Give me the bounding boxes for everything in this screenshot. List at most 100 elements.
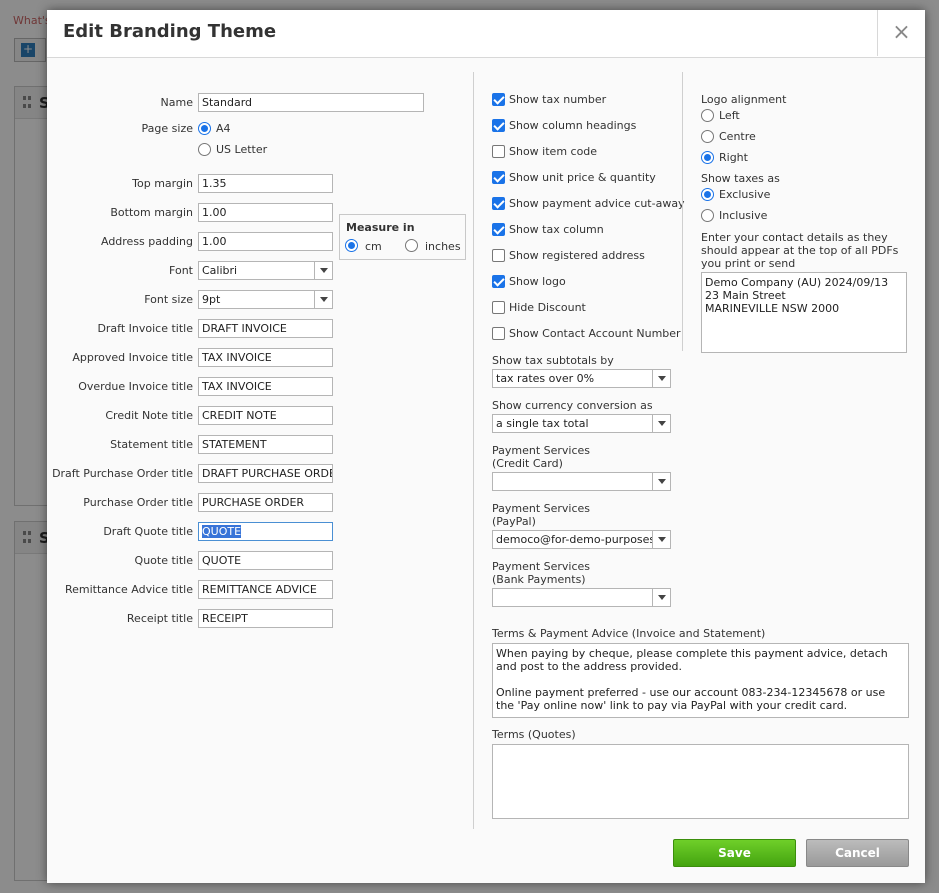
show-contact-account-number-checkbox[interactable] — [492, 327, 505, 340]
show-tax-number-checkbox[interactable] — [492, 93, 505, 106]
payment-cc-label: Payment Services — [492, 444, 591, 457]
purchase-order-title-label: Purchase Order title — [83, 496, 193, 509]
remittance-advice-title-input[interactable]: REMITTANCE ADVICE — [198, 580, 333, 599]
chevron-down-icon[interactable] — [314, 262, 332, 279]
cancel-button[interactable]: Cancel — [806, 839, 909, 867]
show-payment-advice-checkbox[interactable] — [492, 197, 505, 210]
currency-conversion-select[interactable]: a single tax total — [492, 414, 671, 433]
show-column-headings-label: Show column headings — [509, 119, 637, 132]
taxes-inclusive-radio[interactable] — [701, 209, 714, 222]
top-margin-label: Top margin — [132, 177, 193, 190]
measure-inches-label: inches — [425, 240, 461, 253]
show-column-headings-checkbox[interactable] — [492, 119, 505, 132]
edit-branding-theme-dialog: Edit Branding Theme × Name Standard Page… — [47, 10, 925, 883]
dialog-header: Edit Branding Theme × — [47, 10, 925, 58]
logo-align-right-radio[interactable] — [701, 151, 714, 164]
approved-invoice-title-label: Approved Invoice title — [72, 351, 193, 364]
overdue-invoice-title-input[interactable]: TAX INVOICE — [198, 377, 333, 396]
save-button[interactable]: Save — [673, 839, 796, 867]
show-contact-account-number-label: Show Contact Account Number — [509, 327, 681, 340]
column-divider — [473, 72, 474, 829]
logo-align-left-radio[interactable] — [701, 109, 714, 122]
purchase-order-title-input[interactable]: PURCHASE ORDER — [198, 493, 333, 512]
payment-cc-sublabel: (Credit Card) — [492, 457, 563, 470]
draft-invoice-title-input[interactable]: DRAFT INVOICE — [198, 319, 333, 338]
payment-cc-select[interactable] — [492, 472, 671, 491]
chevron-down-icon[interactable] — [652, 531, 670, 548]
dialog-title: Edit Branding Theme — [63, 21, 277, 42]
statement-title-input[interactable]: STATEMENT — [198, 435, 333, 454]
quote-title-input[interactable]: QUOTE — [198, 551, 333, 570]
tax-subtotals-value: tax rates over 0% — [496, 372, 595, 385]
terms-quotes-textarea[interactable] — [492, 744, 909, 819]
hide-discount-checkbox[interactable] — [492, 301, 505, 314]
payment-paypal-value: democo@for-demo-purposes-on — [496, 533, 671, 546]
approved-invoice-title-input[interactable]: TAX INVOICE — [198, 348, 333, 367]
column-divider-2 — [682, 72, 683, 351]
remittance-advice-title-label: Remittance Advice title — [64, 583, 193, 596]
logo-align-centre-radio[interactable] — [701, 130, 714, 143]
draft-invoice-title-label: Draft Invoice title — [97, 322, 193, 335]
contact-details-textarea[interactable]: Demo Company (AU) 2024/09/13 23 Main Str… — [701, 272, 907, 353]
address-padding-input[interactable]: 1.00 — [198, 232, 333, 251]
chevron-down-icon[interactable] — [652, 415, 670, 432]
measure-cm-radio[interactable] — [345, 239, 358, 252]
receipt-title-input[interactable]: RECEIPT — [198, 609, 333, 628]
draft-quote-title-selection: QUOTE — [202, 525, 242, 538]
credit-note-title-label: Credit Note title — [105, 409, 193, 422]
chevron-down-icon[interactable] — [652, 589, 670, 606]
show-registered-address-checkbox[interactable] — [492, 249, 505, 262]
bottom-margin-input[interactable]: 1.00 — [198, 203, 333, 222]
show-registered-address-label: Show registered address — [509, 249, 645, 262]
payment-bank-select[interactable] — [492, 588, 671, 607]
taxes-as-label: Show taxes as — [701, 172, 780, 185]
overdue-invoice-title-label: Overdue Invoice title — [78, 380, 193, 393]
page-size-us-letter-radio[interactable] — [198, 143, 211, 156]
measure-cm-label: cm — [365, 240, 382, 253]
show-payment-advice-label: Show payment advice cut-away — [509, 197, 685, 210]
address-padding-label: Address padding — [100, 235, 193, 248]
receipt-title-label: Receipt title — [126, 612, 193, 625]
chevron-down-icon[interactable] — [314, 291, 332, 308]
show-logo-checkbox[interactable] — [492, 275, 505, 288]
show-logo-label: Show logo — [509, 275, 566, 288]
credit-note-title-input[interactable]: CREDIT NOTE — [198, 406, 333, 425]
top-margin-input[interactable]: 1.35 — [198, 174, 333, 193]
font-size-label: Font size — [144, 293, 193, 306]
measure-inches-radio[interactable] — [405, 239, 418, 252]
logo-align-left-label: Left — [719, 109, 740, 122]
measure-in-group: Measure in cm inches — [339, 214, 466, 260]
dialog-body: Name Standard Page size A4 US Letter Top… — [47, 58, 925, 883]
draft-purchase-order-title-input[interactable]: DRAFT PURCHASE ORDER — [198, 464, 333, 483]
taxes-inclusive-label: Inclusive — [719, 209, 768, 222]
show-item-code-checkbox[interactable] — [492, 145, 505, 158]
payment-paypal-sublabel: (PayPal) — [492, 515, 536, 528]
show-tax-number-label: Show tax number — [509, 93, 607, 106]
page-size-a4-radio[interactable] — [198, 122, 211, 135]
taxes-exclusive-radio[interactable] — [701, 188, 714, 201]
tax-subtotals-select[interactable]: tax rates over 0% — [492, 369, 671, 388]
draft-purchase-order-title-label: Draft Purchase Order title — [52, 467, 193, 480]
contact-details-label: Enter your contact details as they shoul… — [701, 231, 899, 270]
payment-bank-sublabel: (Bank Payments) — [492, 573, 586, 586]
terms-textarea[interactable]: When paying by cheque, please complete t… — [492, 643, 909, 718]
payment-paypal-select[interactable]: democo@for-demo-purposes-on — [492, 530, 671, 549]
font-select[interactable]: Calibri — [198, 261, 333, 280]
show-unit-price-quantity-checkbox[interactable] — [492, 171, 505, 184]
show-tax-column-checkbox[interactable] — [492, 223, 505, 236]
page-size-label: Page size — [141, 122, 193, 135]
chevron-down-icon[interactable] — [652, 473, 670, 490]
bottom-margin-label: Bottom margin — [110, 206, 193, 219]
chevron-down-icon[interactable] — [652, 370, 670, 387]
font-size-select[interactable]: 9pt — [198, 290, 333, 309]
page-size-us-letter-label: US Letter — [216, 143, 268, 156]
payment-bank-label: Payment Services — [492, 560, 591, 573]
font-size-select-value: 9pt — [202, 293, 221, 306]
logo-alignment-label: Logo alignment — [701, 93, 787, 106]
draft-quote-title-input[interactable]: QUOTE — [198, 522, 333, 541]
name-input[interactable]: Standard — [198, 93, 424, 112]
draft-quote-title-label: Draft Quote title — [103, 525, 193, 538]
payment-paypal-label: Payment Services — [492, 502, 591, 515]
font-label: Font — [169, 264, 193, 277]
close-icon[interactable]: × — [877, 10, 925, 56]
